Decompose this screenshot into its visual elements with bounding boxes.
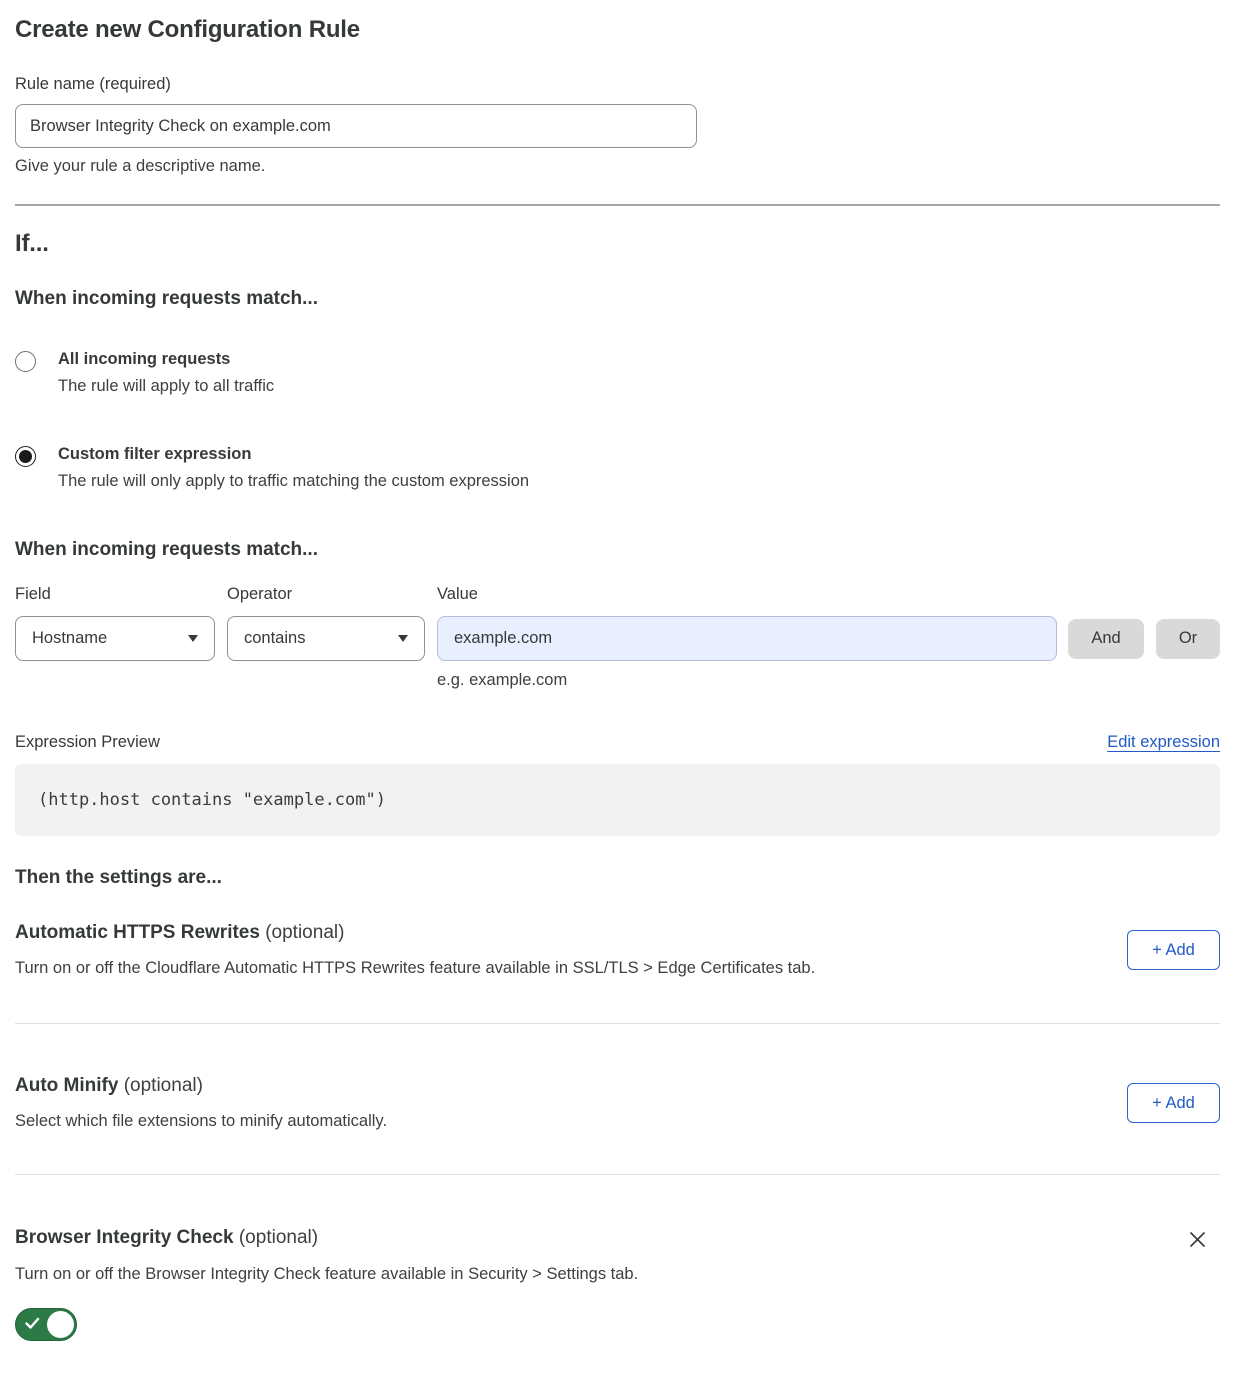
then-settings-heading: Then the settings are... — [15, 867, 1220, 889]
setting-title: Automatic HTTPS Rewrites (optional) — [15, 922, 815, 944]
section-divider — [15, 204, 1220, 206]
setting-title: Auto Minify (optional) — [15, 1075, 387, 1097]
rule-name-input[interactable] — [15, 104, 697, 148]
field-select-value: Hostname — [32, 629, 107, 648]
expression-preview-code: (http.host contains "example.com") — [15, 764, 1220, 836]
radio-option-all-incoming-requests[interactable]: All incoming requests The rule will appl… — [15, 350, 1220, 396]
optional-tag: (optional) — [265, 922, 344, 943]
builder-subheading: When incoming requests match... — [15, 539, 1220, 561]
radio-label: Custom filter expression — [58, 445, 529, 464]
close-icon[interactable] — [1187, 1229, 1208, 1250]
if-heading: If... — [15, 230, 1220, 258]
field-select[interactable]: Hostname — [15, 616, 215, 661]
add-auto-minify-button[interactable]: + Add — [1127, 1083, 1220, 1123]
optional-tag: (optional) — [124, 1075, 203, 1096]
radio-description: The rule will only apply to traffic matc… — [58, 472, 529, 491]
browser-integrity-check-toggle[interactable] — [15, 1308, 77, 1341]
radio-button-selected[interactable] — [15, 446, 36, 467]
radio-description: The rule will apply to all traffic — [58, 377, 274, 396]
edit-expression-link[interactable]: Edit expression — [1107, 733, 1220, 752]
setting-description: Select which file extensions to minify a… — [15, 1112, 387, 1131]
check-icon — [25, 1317, 40, 1330]
rule-name-label: Rule name (required) — [15, 75, 1220, 94]
setting-row-automatic-https-rewrites: Automatic HTTPS Rewrites (optional) Turn… — [15, 889, 1220, 1024]
match-subheading: When incoming requests match... — [15, 288, 1220, 310]
expression-preview-label: Expression Preview — [15, 733, 160, 752]
value-input[interactable] — [437, 616, 1057, 661]
chevron-down-icon — [398, 635, 408, 642]
page-title: Create new Configuration Rule — [15, 16, 1220, 44]
radio-label: All incoming requests — [58, 350, 274, 369]
setting-title: Browser Integrity Check (optional) — [15, 1227, 318, 1249]
toggle-knob[interactable] — [47, 1311, 74, 1338]
create-configuration-rule-form: Create new Configuration Rule Rule name … — [0, 0, 1237, 1377]
value-label: Value — [437, 585, 478, 604]
rule-name-help: Give your rule a descriptive name. — [15, 157, 1220, 176]
setting-description: Turn on or off the Browser Integrity Che… — [15, 1265, 1220, 1284]
add-automatic-https-rewrites-button[interactable]: + Add — [1127, 930, 1220, 970]
radio-option-custom-filter-expression[interactable]: Custom filter expression The rule will o… — [15, 445, 1220, 491]
operator-label: Operator — [227, 585, 437, 604]
operator-select[interactable]: contains — [227, 616, 425, 661]
setting-row-auto-minify: Auto Minify (optional) Select which file… — [15, 1024, 1220, 1175]
or-button[interactable]: Or — [1156, 619, 1220, 659]
optional-tag: (optional) — [239, 1227, 318, 1248]
and-button[interactable]: And — [1068, 619, 1144, 659]
operator-select-value: contains — [244, 629, 305, 648]
setting-description: Turn on or off the Cloudflare Automatic … — [15, 959, 815, 978]
field-label: Field — [15, 585, 227, 604]
radio-button-unselected[interactable] — [15, 351, 36, 372]
chevron-down-icon — [188, 635, 198, 642]
setting-row-browser-integrity-check: Browser Integrity Check (optional) Turn … — [15, 1175, 1220, 1346]
value-hint: e.g. example.com — [437, 671, 1220, 690]
